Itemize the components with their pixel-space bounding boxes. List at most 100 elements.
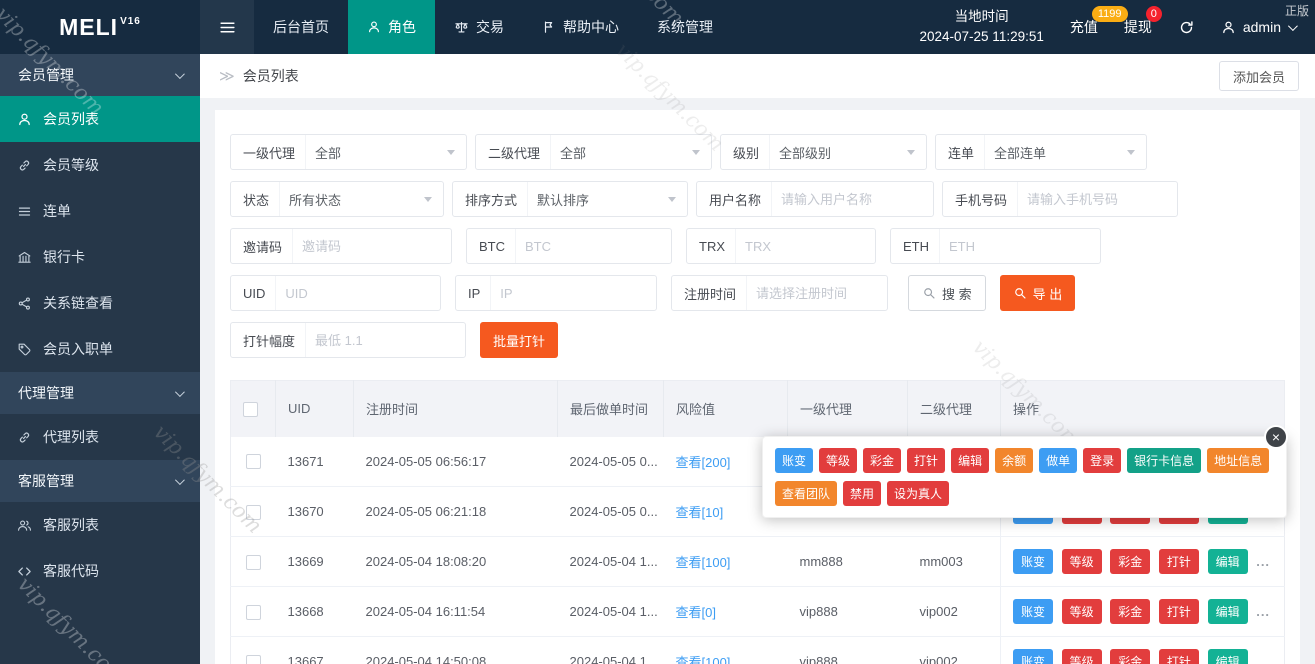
row-checkbox[interactable] — [245, 654, 261, 664]
op-account-change-button[interactable]: 账变 — [1013, 549, 1054, 574]
add-member-button[interactable]: 添加会员 — [1218, 61, 1299, 91]
op-edit-button[interactable]: 编辑 — [1207, 549, 1248, 574]
refresh-button[interactable] — [1178, 19, 1195, 36]
register-time-input[interactable] — [756, 285, 887, 301]
op-edit-button[interactable]: 编辑 — [1207, 649, 1248, 664]
op-inject-button[interactable]: 打针 — [1158, 599, 1199, 624]
filter-sort-select[interactable]: 排序方式 默认排序 — [452, 181, 688, 217]
cell-checkbox — [230, 436, 276, 487]
filter-agent1-select[interactable]: 一级代理 全部 — [230, 134, 467, 170]
sidebar-item-agent-list[interactable]: 代理列表 — [0, 414, 200, 460]
risk-view-link[interactable]: 查看[0] — [676, 605, 716, 620]
ip-input[interactable] — [500, 285, 656, 301]
nav-label: 后台首页 — [273, 19, 329, 35]
eth-input[interactable] — [949, 238, 1100, 254]
popup-op-inject-button[interactable]: 打针 — [907, 448, 946, 473]
sidebar-item-member-list[interactable]: 会员列表 — [0, 96, 200, 142]
recharge-link[interactable]: 充值 1199 — [1070, 6, 1128, 37]
filter-series-select[interactable]: 连单 全部连单 — [935, 134, 1147, 170]
nav-help-center[interactable]: 帮助中心 — [523, 0, 638, 54]
sidebar-group-label: 客服管理 — [18, 473, 74, 489]
sidebar-item-relation-chain[interactable]: 关系链查看 — [0, 280, 200, 326]
nav-roles[interactable]: 角色 — [348, 0, 435, 54]
filter-status-select[interactable]: 状态 所有状态 — [230, 181, 444, 217]
app-logo[interactable]: MELI V16 — [0, 0, 200, 54]
invite-code-input[interactable] — [302, 238, 451, 254]
chevron-down-icon — [692, 149, 700, 155]
sidebar-group-member-mgmt[interactable]: 会员管理 — [0, 54, 200, 96]
op-account-change-button[interactable]: 账变 — [1013, 649, 1054, 664]
batch-inject-button[interactable]: 批量打针 — [480, 322, 559, 358]
user-icon — [1221, 20, 1236, 35]
admin-menu[interactable]: admin — [1221, 19, 1298, 35]
sidebar-toggle-button[interactable] — [200, 0, 254, 54]
op-edit-button[interactable]: 编辑 — [1207, 599, 1248, 624]
popup-op-login-button[interactable]: 登录 — [1083, 448, 1122, 473]
nav-system[interactable]: 系统管理 — [638, 0, 732, 54]
phone-input[interactable] — [1027, 191, 1177, 207]
search-button[interactable]: 搜 索 — [908, 275, 986, 311]
op-level-button[interactable]: 等级 — [1061, 649, 1102, 664]
popup-op-set-real-button[interactable]: 设为真人 — [887, 481, 950, 506]
cell-agent2: mm003 — [907, 536, 1001, 587]
popup-op-make-order-button[interactable]: 做单 — [1039, 448, 1078, 473]
filter-label: 级别 — [721, 135, 771, 169]
risk-view-link[interactable]: 查看[10] — [676, 505, 724, 520]
popup-op-disable-button[interactable]: 禁用 — [843, 481, 882, 506]
sidebar-item-bank-card[interactable]: 银行卡 — [0, 234, 200, 280]
popup-op-edit-button[interactable]: 编辑 — [951, 448, 990, 473]
more-actions-button[interactable]: ... — [1256, 654, 1270, 664]
select-all-checkbox[interactable] — [243, 401, 258, 417]
sidebar-item-label: 连单 — [43, 203, 71, 219]
row-checkbox[interactable] — [245, 554, 261, 570]
filter-agent2-select[interactable]: 二级代理 全部 — [475, 134, 712, 170]
op-account-change-button[interactable]: 账变 — [1013, 599, 1054, 624]
popup-op-bonus-button[interactable]: 彩金 — [863, 448, 902, 473]
filter-label: TRX — [687, 229, 736, 263]
nav-trade[interactable]: 交易 — [435, 0, 523, 54]
sidebar-group-agent-mgmt[interactable]: 代理管理 — [0, 372, 200, 414]
export-button[interactable]: 导 出 — [999, 275, 1076, 311]
close-icon[interactable]: × — [1264, 425, 1288, 449]
more-actions-button[interactable]: ... — [1256, 554, 1270, 569]
op-bonus-button[interactable]: 彩金 — [1110, 549, 1151, 574]
popup-op-account-change-button[interactable]: 账变 — [775, 448, 814, 473]
cell-checkbox — [230, 486, 276, 537]
sidebar-group-service-mgmt[interactable]: 客服管理 — [0, 460, 200, 502]
popup-op-bank-info-button[interactable]: 银行卡信息 — [1127, 448, 1202, 473]
op-level-button[interactable]: 等级 — [1061, 549, 1102, 574]
risk-view-link[interactable]: 查看[200] — [676, 455, 731, 470]
op-level-button[interactable]: 等级 — [1061, 599, 1102, 624]
risk-view-link[interactable]: 查看[100] — [676, 555, 731, 570]
risk-view-link[interactable]: 查看[100] — [676, 655, 731, 664]
sidebar-item-service-code[interactable]: 客服代码 — [0, 548, 200, 594]
sidebar-item-series-order[interactable]: 连单 — [0, 188, 200, 234]
cell-risk: 查看[0] — [663, 586, 788, 637]
row-checkbox[interactable] — [245, 454, 261, 470]
sidebar-item-member-level[interactable]: 会员等级 — [0, 142, 200, 188]
filter-phone-group: 手机号码 — [942, 181, 1178, 217]
popup-op-address-info-button[interactable]: 地址信息 — [1207, 448, 1270, 473]
filter-level-select[interactable]: 级别 全部级别 — [720, 134, 927, 170]
op-inject-button[interactable]: 打针 — [1158, 549, 1199, 574]
cell-register-time: 2024-05-04 16:11:54 — [353, 586, 558, 637]
popup-op-level-button[interactable]: 等级 — [819, 448, 858, 473]
batch-inject-label: 批量打针 — [493, 333, 546, 349]
inject-range-input[interactable] — [315, 332, 465, 348]
uid-input[interactable] — [285, 285, 440, 301]
op-bonus-button[interactable]: 彩金 — [1110, 649, 1151, 664]
btc-input[interactable] — [525, 238, 671, 254]
more-actions-button[interactable]: ... — [1256, 604, 1270, 619]
row-checkbox[interactable] — [245, 604, 261, 620]
popup-op-view-team-button[interactable]: 查看团队 — [775, 481, 838, 506]
sidebar-item-service-list[interactable]: 客服列表 — [0, 502, 200, 548]
sidebar-item-member-entry-form[interactable]: 会员入职单 — [0, 326, 200, 372]
username-input[interactable] — [781, 191, 933, 207]
op-inject-button[interactable]: 打针 — [1158, 649, 1199, 664]
popup-op-balance-button[interactable]: 余额 — [995, 448, 1034, 473]
row-checkbox[interactable] — [245, 504, 261, 520]
nav-dashboard[interactable]: 后台首页 — [254, 0, 348, 54]
op-bonus-button[interactable]: 彩金 — [1110, 599, 1151, 624]
withdraw-link[interactable]: 提现 0 — [1124, 6, 1162, 37]
trx-input[interactable] — [745, 238, 875, 254]
